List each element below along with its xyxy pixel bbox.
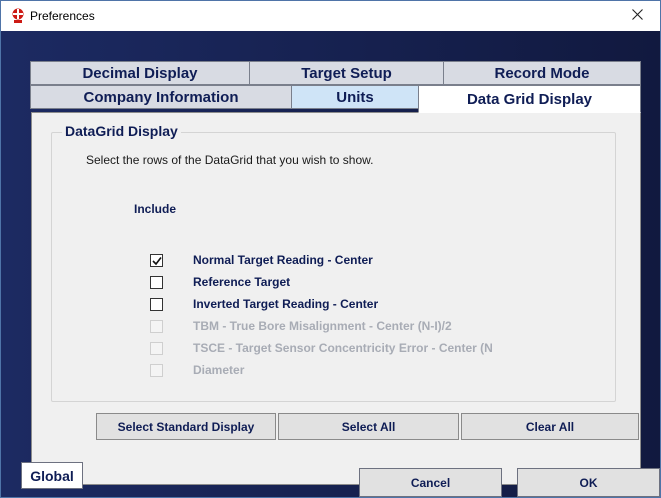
tab-units[interactable]: Units <box>291 85 419 109</box>
row-option: TBM - True Bore Misalignment - Center (N… <box>150 317 452 335</box>
select-standard-display-button[interactable]: Select Standard Display <box>96 413 276 440</box>
row-checkbox <box>150 341 163 355</box>
include-header: Include <box>134 202 177 216</box>
tab-decimal-display[interactable]: Decimal Display <box>30 61 250 85</box>
dialog-client-area: Decimal Display Target Setup Record Mode… <box>1 31 660 497</box>
row-label: TBM - True Bore Misalignment - Center (N… <box>193 319 452 333</box>
ok-button[interactable]: OK <box>517 468 660 497</box>
row-option: TSCE - Target Sensor Concentricity Error… <box>150 339 493 357</box>
instructions-text: Select the rows of the DataGrid that you… <box>86 153 374 167</box>
row-checkbox[interactable] <box>150 253 163 267</box>
row-label: Normal Target Reading - Center <box>193 253 373 267</box>
row-checkbox <box>150 363 163 377</box>
datagrid-display-group <box>51 132 616 402</box>
row-label: TSCE - Target Sensor Concentricity Error… <box>193 341 493 355</box>
data-grid-display-panel: DataGrid Display Select the rows of the … <box>31 112 641 485</box>
tab-target-setup[interactable]: Target Setup <box>249 61 444 85</box>
select-all-button[interactable]: Select All <box>278 413 459 440</box>
row-label: Diameter <box>193 363 245 377</box>
tab-company-information[interactable]: Company Information <box>30 85 292 109</box>
cancel-button[interactable]: Cancel <box>359 468 502 497</box>
row-label: Reference Target <box>193 275 291 289</box>
group-title: DataGrid Display <box>62 123 181 139</box>
row-option: Diameter <box>150 361 244 379</box>
preferences-window: Preferences Decimal Display Target Setup… <box>0 0 661 498</box>
cross-flag-icon <box>11 8 25 24</box>
title-bar: Preferences <box>1 1 660 31</box>
row-option: Reference Target <box>150 273 290 291</box>
tab-record-mode[interactable]: Record Mode <box>443 61 641 85</box>
row-option: Normal Target Reading - Center <box>150 251 373 269</box>
check-icon <box>152 256 162 265</box>
row-checkbox <box>150 319 163 333</box>
window-title: Preferences <box>30 9 95 23</box>
tab-data-grid-display[interactable]: Data Grid Display <box>418 85 641 113</box>
row-option: Inverted Target Reading - Center <box>150 295 378 313</box>
clear-all-button[interactable]: Clear All <box>461 413 639 440</box>
global-button[interactable]: Global <box>21 462 83 489</box>
close-button[interactable] <box>614 1 660 31</box>
row-checkbox[interactable] <box>150 275 163 289</box>
row-checkbox[interactable] <box>150 297 163 311</box>
row-label: Inverted Target Reading - Center <box>193 297 379 311</box>
close-icon <box>631 9 643 23</box>
